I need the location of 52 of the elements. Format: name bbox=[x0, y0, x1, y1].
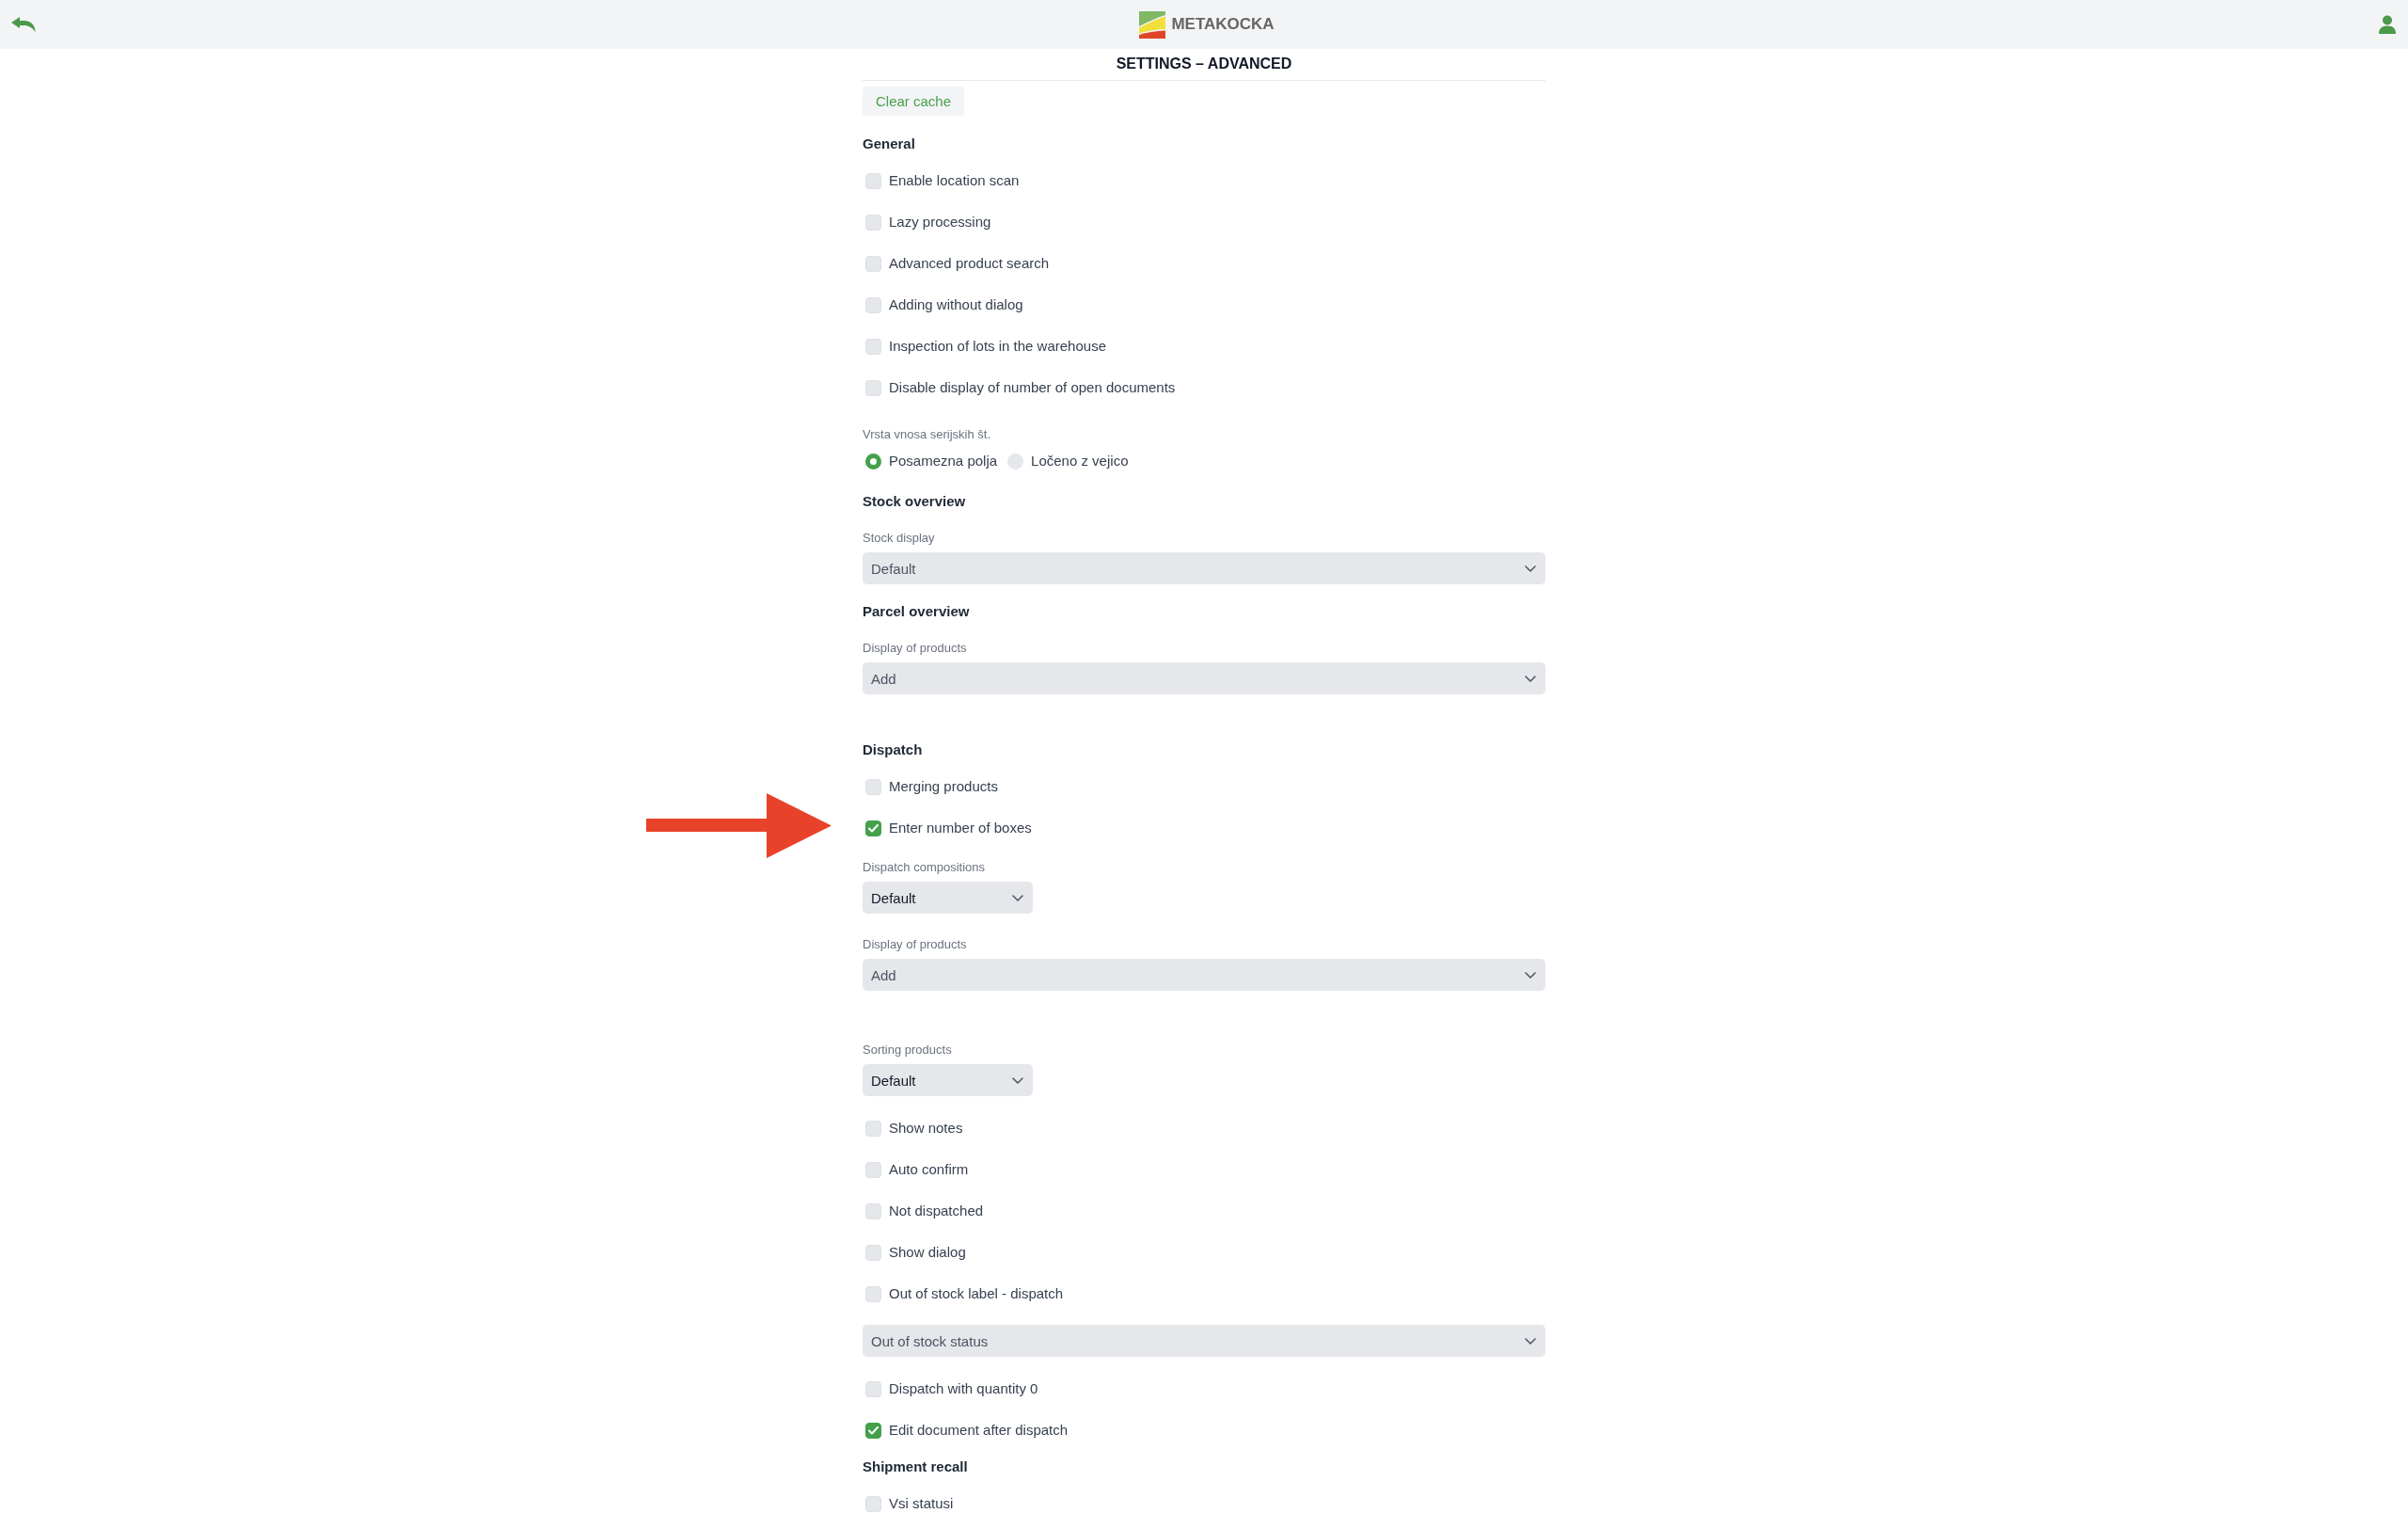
checkmark-icon bbox=[868, 1425, 879, 1435]
chevron-down-icon bbox=[1012, 1076, 1023, 1084]
page-title: SETTINGS – ADVANCED bbox=[1116, 55, 1292, 73]
checkbox-label: Not dispatched bbox=[889, 1202, 984, 1219]
checkbox-label: Inspection of lots in the warehouse bbox=[889, 338, 1106, 355]
chevron-down-icon bbox=[1525, 565, 1536, 572]
checkbox-label: Enter number of boxes bbox=[889, 820, 1032, 836]
checkbox-label: Auto confirm bbox=[889, 1161, 969, 1178]
user-icon[interactable] bbox=[2378, 15, 2397, 34]
radio-label: Posamezna polja bbox=[889, 453, 998, 470]
checkbox-label: Vsi statusi bbox=[889, 1495, 954, 1512]
checkbox-label: Out of stock label - dispatch bbox=[889, 1285, 1064, 1302]
section-heading: Dispatch bbox=[863, 741, 923, 759]
checkbox-label: Show dialog bbox=[889, 1244, 966, 1261]
checkbox-label: Lazy processing bbox=[889, 214, 991, 231]
chevron-down-icon bbox=[1525, 1337, 1536, 1345]
checkbox[interactable] bbox=[865, 820, 881, 836]
dropdown[interactable]: Default bbox=[863, 1064, 1033, 1096]
checkbox-label: Dispatch with quantity 0 bbox=[889, 1380, 1038, 1397]
logo-text: METAKOCKA bbox=[1171, 15, 1275, 34]
section-heading: Parcel overview bbox=[863, 602, 970, 621]
radio-button[interactable] bbox=[865, 453, 881, 470]
field-label: Display of products bbox=[863, 640, 967, 657]
back-icon[interactable] bbox=[11, 17, 36, 32]
checkbox[interactable] bbox=[865, 1422, 881, 1439]
section-heading: General bbox=[863, 135, 915, 153]
field-label: Display of products bbox=[863, 936, 967, 953]
checkbox-label: Adding without dialog bbox=[889, 296, 1023, 313]
checkbox-label: Enable location scan bbox=[889, 172, 1020, 189]
field-label: Vrsta vnosa serijskih št. bbox=[863, 426, 991, 443]
field-label: Stock display bbox=[863, 530, 935, 547]
checkbox-label: Advanced product search bbox=[889, 255, 1050, 272]
checkbox-label: Show notes bbox=[889, 1120, 963, 1137]
checkbox-label: Disable display of number of open documents bbox=[889, 379, 1176, 396]
logo-icon bbox=[1139, 10, 1166, 39]
dropdown[interactable]: Add bbox=[863, 662, 1545, 694]
dropdown[interactable]: Out of stock status bbox=[863, 1325, 1545, 1357]
chevron-down-icon bbox=[1012, 894, 1023, 901]
radio-button[interactable] bbox=[1007, 453, 1024, 470]
field-label: Dispatch compositions bbox=[863, 859, 986, 876]
section-heading: Stock overview bbox=[863, 492, 966, 511]
section-heading: Shipment recall bbox=[863, 1457, 968, 1476]
checkbox-label: Merging products bbox=[889, 778, 998, 795]
checkbox-label: Edit document after dispatch bbox=[889, 1422, 1069, 1439]
chevron-down-icon bbox=[1525, 675, 1536, 682]
field-label: Sorting products bbox=[863, 1042, 952, 1059]
radio-label: Ločeno z vejico bbox=[1031, 453, 1129, 470]
dropdown[interactable]: Default bbox=[863, 552, 1545, 584]
checkmark-icon bbox=[868, 823, 879, 833]
dropdown[interactable]: Default bbox=[863, 882, 1033, 914]
chevron-down-icon bbox=[1525, 971, 1536, 979]
dropdown[interactable]: Add bbox=[863, 959, 1545, 991]
